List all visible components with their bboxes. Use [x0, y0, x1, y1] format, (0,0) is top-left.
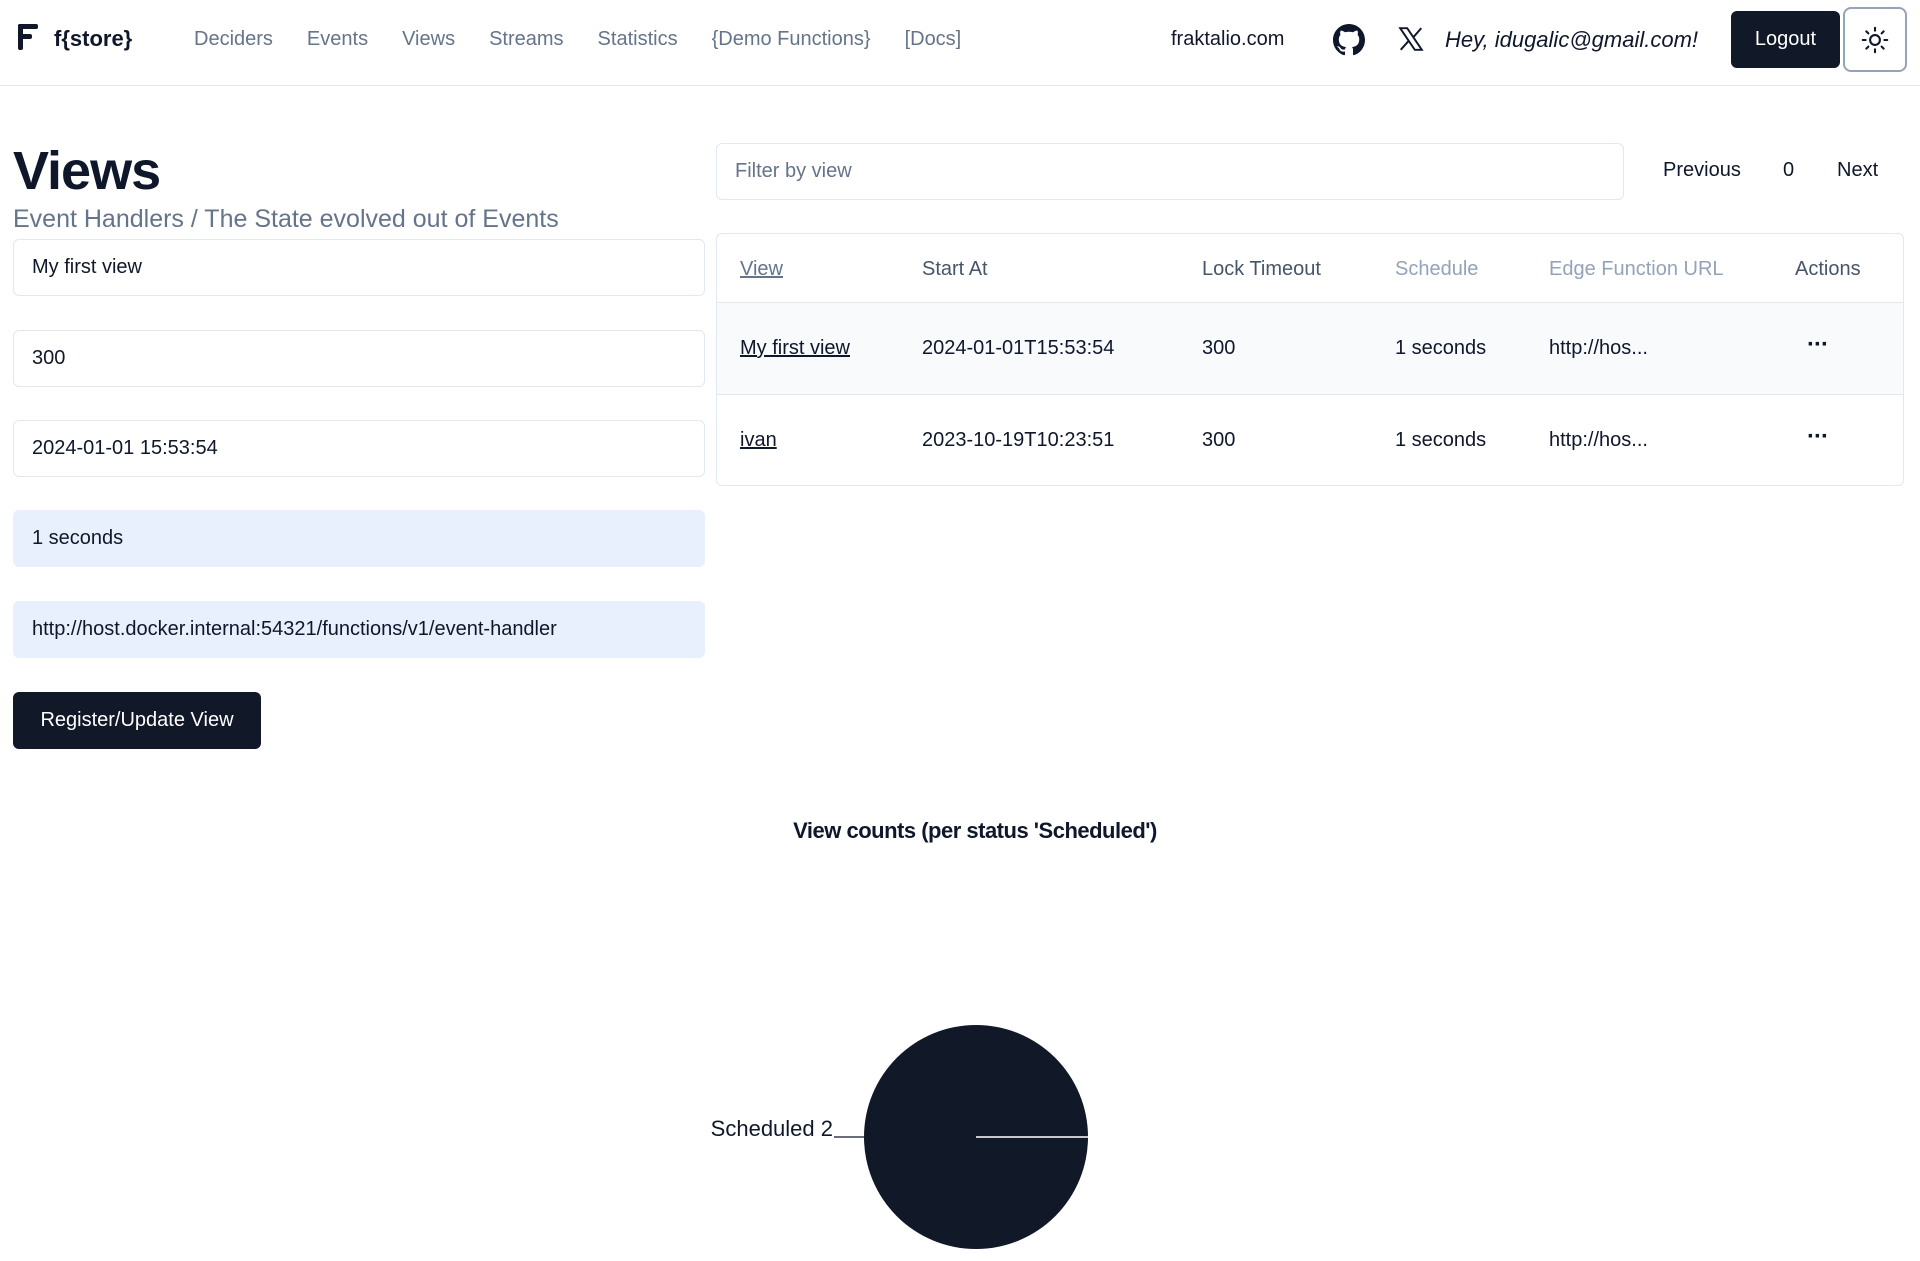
user-greeting: Hey, idugalic@gmail.com! — [1445, 27, 1699, 52]
page-subtitle: Event Handlers / The State evolved out o… — [13, 205, 559, 233]
row-actions-menu-icon[interactable]: ··· — [1807, 423, 1829, 451]
edge-function-url-input[interactable] — [13, 601, 705, 658]
column-header-edge-function-url: Edge Function URL — [1549, 258, 1724, 280]
row-edge-function-url: http://hos... — [1549, 429, 1648, 451]
pie-label: Scheduled 2 — [711, 1116, 833, 1141]
pie-chart: Scheduled 2 — [711, 1025, 1088, 1249]
lock-timeout-input[interactable] — [13, 330, 705, 387]
column-header-schedule: Schedule — [1395, 258, 1479, 280]
theme-toggle-button[interactable] — [1843, 7, 1907, 72]
row-lock-timeout: 300 — [1202, 429, 1236, 451]
row-view-link[interactable]: ivan — [740, 429, 777, 452]
chart-title: View counts (per status 'Scheduled') — [793, 818, 1157, 843]
nav-deciders[interactable]: Deciders — [194, 28, 273, 51]
brand[interactable]: f{store} — [18, 24, 132, 54]
next-button[interactable]: Next — [1837, 159, 1878, 182]
table-row[interactable]: ivan 2023-10-19T10:23:51 300 1 seconds h… — [717, 394, 1903, 485]
table-row[interactable]: My first view 2024-01-01T15:53:54 300 1 … — [717, 302, 1903, 394]
logout-button[interactable]: Logout — [1731, 11, 1840, 68]
github-icon[interactable] — [1333, 24, 1365, 56]
page-title: Views — [13, 141, 161, 201]
column-header-lock-timeout: Lock Timeout — [1202, 258, 1321, 280]
column-header-actions: Actions — [1795, 258, 1861, 280]
row-view-link[interactable]: My first view — [740, 337, 850, 360]
register-update-view-button[interactable]: Register/Update View — [13, 692, 261, 749]
row-schedule: 1 seconds — [1395, 337, 1487, 359]
page-number: 0 — [1783, 159, 1795, 181]
filter-view-input[interactable] — [716, 143, 1624, 200]
nav-streams[interactable]: Streams — [489, 28, 563, 51]
column-header-start-at: Start At — [922, 258, 988, 280]
site-link[interactable]: fraktalio.com — [1171, 28, 1284, 51]
brand-name: f{store} — [54, 26, 133, 51]
views-table: View Start At Lock Timeout Schedule Edge… — [716, 233, 1904, 486]
row-edge-function-url: http://hos... — [1549, 337, 1648, 359]
main-nav: Deciders Events Views Streams Statistics… — [194, 28, 995, 51]
sun-icon — [1861, 26, 1889, 53]
row-start-at: 2023-10-19T10:23:51 — [922, 429, 1115, 451]
nav-docs[interactable]: [Docs] — [905, 28, 962, 51]
row-start-at: 2024-01-01T15:53:54 — [922, 337, 1115, 359]
schedule-input[interactable] — [13, 510, 705, 567]
nav-demo-functions[interactable]: {Demo Functions} — [712, 28, 871, 51]
top-navbar: f{store} Deciders Events Views Streams S… — [0, 0, 1920, 86]
brand-logo-icon — [18, 24, 40, 54]
nav-views[interactable]: Views — [402, 28, 455, 51]
view-name-input[interactable] — [13, 239, 705, 296]
column-header-view[interactable]: View — [740, 258, 783, 281]
row-schedule: 1 seconds — [1395, 429, 1487, 451]
nav-statistics[interactable]: Statistics — [598, 28, 678, 51]
x-twitter-icon[interactable] — [1398, 26, 1424, 52]
row-actions-menu-icon[interactable]: ··· — [1807, 331, 1829, 359]
row-lock-timeout: 300 — [1202, 337, 1236, 359]
previous-button[interactable]: Previous — [1663, 159, 1741, 182]
start-at-input[interactable] — [13, 420, 705, 477]
nav-events[interactable]: Events — [307, 28, 368, 51]
